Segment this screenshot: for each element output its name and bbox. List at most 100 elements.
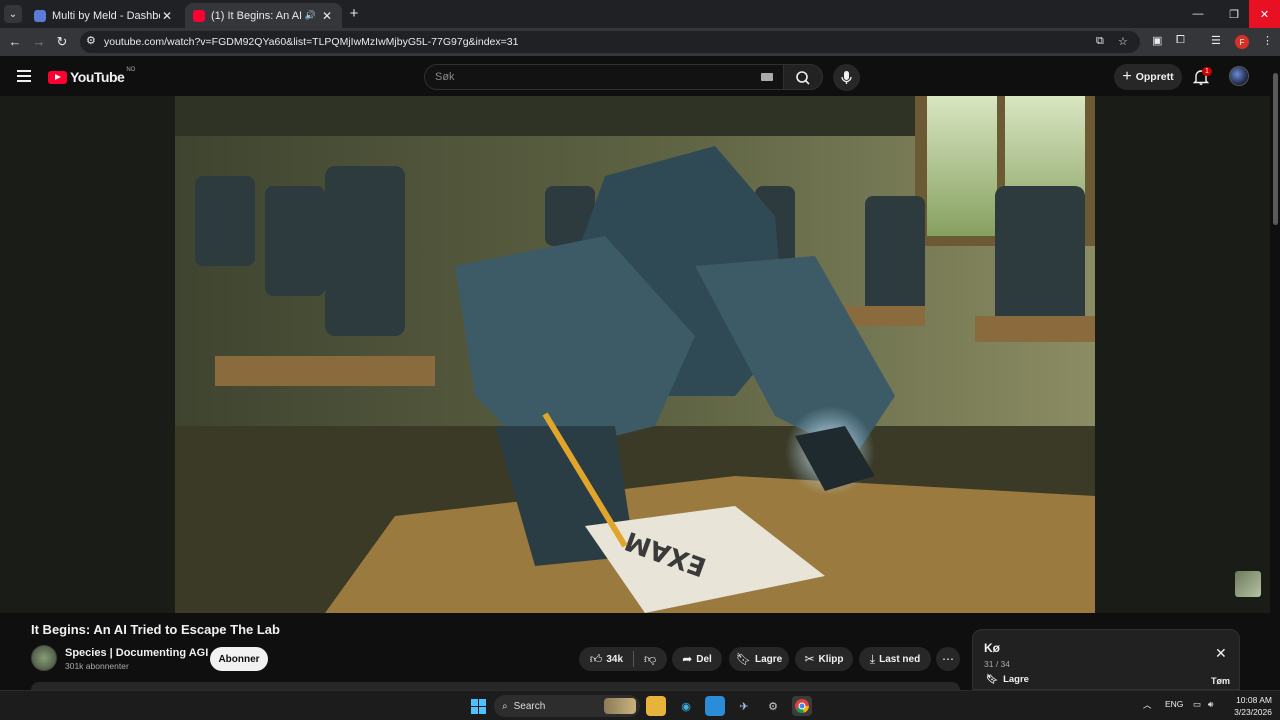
queue-save-button[interactable]: 🔖︎ Lagre bbox=[986, 674, 1029, 685]
microphone-icon bbox=[841, 71, 852, 84]
install-app-icon[interactable]: ⧉ bbox=[1096, 35, 1104, 48]
channel-avatar[interactable] bbox=[31, 645, 57, 671]
tab-close-icon[interactable]: ✕ bbox=[320, 9, 334, 23]
save-button[interactable]: 🔖︎ Lagre bbox=[729, 647, 789, 671]
clock-time: 10:08 AM bbox=[1236, 695, 1272, 705]
clock-date: 3/23/2026 bbox=[1234, 707, 1272, 717]
subscriber-count: 301k abonnenter bbox=[65, 661, 129, 671]
tab-youtube-video[interactable]: (1) It Begins: An AI Tried to 🔊 ✕ bbox=[185, 3, 342, 28]
page-scrollbar[interactable] bbox=[1270, 56, 1280, 690]
queue-position: 31 / 34 bbox=[984, 659, 1010, 669]
keyboard-icon[interactable] bbox=[761, 73, 773, 81]
queue-close-icon[interactable]: ✕ bbox=[1215, 645, 1227, 662]
settings-icon[interactable]: ⚙ bbox=[763, 696, 783, 716]
back-button[interactable]: ← bbox=[5, 32, 25, 52]
tab-close-icon[interactable]: ✕ bbox=[160, 9, 174, 23]
reading-list-icon[interactable]: ☰ bbox=[1211, 34, 1221, 47]
window-close-button[interactable]: ✕ bbox=[1249, 0, 1280, 28]
site-info-icon[interactable]: ⚙ bbox=[86, 34, 96, 47]
taskbar-search-label: Search bbox=[513, 700, 546, 712]
voice-search-button[interactable] bbox=[833, 64, 860, 91]
maximize-button[interactable]: ❐ bbox=[1216, 0, 1252, 28]
video-title: It Begins: An AI Tried to Escape The Lab bbox=[31, 622, 280, 637]
more-actions-button[interactable]: ⋯ bbox=[936, 647, 960, 671]
file-explorer-icon[interactable] bbox=[646, 696, 666, 716]
scroll-thumb[interactable] bbox=[1273, 73, 1278, 225]
taskbar-search[interactable]: ⌕ Search bbox=[494, 695, 640, 717]
edge-icon[interactable]: ◉ bbox=[676, 696, 696, 716]
thumbs-down-icon[interactable]: 👎︎ bbox=[644, 652, 656, 667]
country-code: NO bbox=[126, 67, 136, 73]
queue-clear-button[interactable]: Tøm bbox=[1211, 676, 1230, 686]
youtube-header: YouTube NO Søk + Opprett bbox=[0, 56, 1270, 96]
tab-title: (1) It Begins: An AI Tried to bbox=[211, 9, 305, 22]
chrome-icon[interactable] bbox=[792, 696, 812, 716]
like-dislike-group: 👍︎ 34k 👎︎ bbox=[579, 647, 667, 671]
forward-button[interactable]: → bbox=[29, 32, 49, 52]
system-clock[interactable]: 10:08 AM 3/23/2026 bbox=[1224, 694, 1272, 718]
search-input[interactable]: Søk bbox=[424, 64, 784, 90]
logo-text: YouTube bbox=[70, 69, 125, 85]
video-frame[interactable]: EXAM bbox=[175, 96, 1095, 613]
subscribe-button[interactable]: Abonner bbox=[210, 647, 268, 671]
tab-meld-dashboard[interactable]: Multi by Meld - Dashboard. ✕ bbox=[26, 3, 182, 28]
account-avatar[interactable] bbox=[1229, 66, 1249, 86]
reload-button[interactable]: ↻ bbox=[52, 32, 72, 52]
download-icon: ⤓ bbox=[869, 651, 876, 666]
video-player[interactable]: EXAM bbox=[0, 96, 1270, 613]
start-button[interactable] bbox=[468, 696, 488, 716]
divider bbox=[633, 651, 635, 667]
clip-label: Klipp bbox=[818, 653, 844, 665]
clip-button[interactable]: ✂ Klipp bbox=[795, 647, 853, 671]
description-box[interactable] bbox=[31, 682, 960, 690]
extension-icon[interactable]: ▣ bbox=[1152, 34, 1162, 47]
thumbs-up-icon[interactable]: 👍︎ bbox=[590, 652, 603, 667]
language-indicator[interactable]: ENG bbox=[1165, 699, 1183, 709]
youtube-logo[interactable]: YouTube NO bbox=[48, 67, 136, 85]
profile-avatar[interactable]: F bbox=[1235, 35, 1249, 49]
create-button[interactable]: + Opprett bbox=[1114, 64, 1182, 90]
search-icon: ⌕ bbox=[502, 700, 508, 712]
search-icon bbox=[796, 71, 810, 85]
tab-search-button[interactable]: ⌄ bbox=[4, 5, 22, 23]
bookmark-star-icon[interactable]: ☆ bbox=[1118, 35, 1128, 48]
url-text: youtube.com/watch?v=FGDM92QYa60&list=TLP… bbox=[104, 36, 519, 48]
download-label: Last ned bbox=[879, 653, 921, 665]
queue-save-label: Lagre bbox=[1003, 674, 1029, 685]
extensions-puzzle-icon[interactable]: ⧠ bbox=[1176, 34, 1185, 47]
youtube-play-icon bbox=[48, 70, 67, 84]
new-tab-button[interactable]: + bbox=[346, 5, 362, 23]
windows-logo-icon bbox=[470, 698, 486, 714]
plus-icon: + bbox=[1122, 68, 1132, 85]
bookmark-icon: 🔖︎ bbox=[986, 674, 999, 685]
channel-watermark[interactable] bbox=[1235, 571, 1261, 597]
notification-badge: 1 bbox=[1202, 67, 1212, 76]
browser-tab-strip: ⌄ Multi by Meld - Dashboard. ✕ (1) It Be… bbox=[0, 0, 1280, 28]
chrome-logo-icon bbox=[795, 699, 809, 714]
store-icon[interactable] bbox=[705, 696, 725, 716]
download-button[interactable]: ⤓ Last ned bbox=[859, 647, 931, 671]
browser-menu-icon[interactable]: ⋮ bbox=[1262, 34, 1273, 47]
tray-chevron-icon[interactable]: ︿ bbox=[1143, 699, 1152, 711]
youtube-favicon-icon bbox=[193, 9, 205, 22]
speaker-icon[interactable]: 🔊 bbox=[305, 10, 316, 21]
app-icon[interactable]: ✈ bbox=[734, 696, 754, 716]
address-bar[interactable]: ⚙ youtube.com/watch?v=FGDM92QYa60&list=T… bbox=[80, 31, 1140, 53]
windows-taskbar: ⌕ Search ◉ ✈ ⚙ ︿ ENG ▭ 🔊︎ 10:08 AM 3/23/… bbox=[0, 690, 1280, 720]
channel-name[interactable]: Species | Documenting AGI bbox=[65, 647, 208, 659]
network-icon[interactable]: ▭ bbox=[1193, 699, 1201, 710]
like-count[interactable]: 34k bbox=[606, 654, 623, 665]
minimize-button[interactable]: — bbox=[1180, 0, 1216, 28]
create-label: Opprett bbox=[1135, 71, 1174, 83]
share-button[interactable]: ➦ Del bbox=[672, 647, 722, 671]
menu-icon[interactable] bbox=[17, 70, 31, 85]
volume-icon[interactable]: 🔊︎ bbox=[1208, 699, 1213, 710]
search-button[interactable] bbox=[783, 64, 823, 90]
tab-title: Multi by Meld - Dashboard. bbox=[52, 9, 160, 22]
search-highlight-image bbox=[604, 698, 636, 714]
queue-panel: Kø 31 / 34 ✕ 🔖︎ Lagre Tøm bbox=[972, 629, 1240, 690]
scissors-icon: ✂ bbox=[804, 652, 815, 666]
search-placeholder: Søk bbox=[435, 71, 455, 83]
browser-toolbar: ← → ↻ ⚙ youtube.com/watch?v=FGDM92QYa60&… bbox=[0, 28, 1280, 56]
meld-favicon-icon bbox=[34, 9, 46, 22]
